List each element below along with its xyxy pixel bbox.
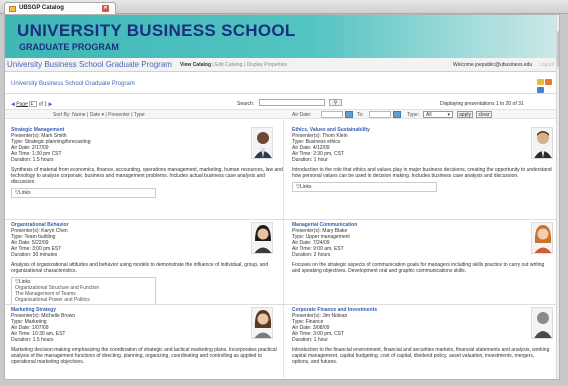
- airdate-to-input[interactable]: [369, 111, 391, 118]
- search-label: Search:: [237, 101, 255, 107]
- email-icon[interactable]: [537, 79, 544, 85]
- presentation-card: Ethics, Values and Sustainability Presen…: [292, 127, 552, 192]
- card-description: Marketing decision-making emphasizing th…: [11, 347, 277, 365]
- row-divider: [5, 219, 556, 220]
- next-page-icon[interactable]: ▶: [48, 101, 52, 107]
- calendar-icon[interactable]: [393, 111, 401, 118]
- first-page-icon[interactable]: ◀: [11, 101, 15, 107]
- page-favicon-icon: [9, 6, 16, 12]
- presentation-card: Marketing Strategy Presenter(s): Michell…: [11, 307, 283, 365]
- card-description: Analysis of organizational attitudes and…: [11, 262, 269, 274]
- welcome-text: Welcome joepublic@ubusiness.edu: [453, 62, 533, 68]
- presenter-photo: [531, 127, 553, 159]
- nav-view-catalog[interactable]: View Catalog: [180, 62, 211, 68]
- card-description: Focuses on the strategic aspects of comm…: [292, 262, 545, 274]
- card-duration: Duration: 30 minutes: [11, 252, 58, 258]
- airdate-from-input[interactable]: [321, 111, 343, 118]
- browser-tab[interactable]: UBSGP Catalog ✕: [4, 2, 116, 14]
- sort-options[interactable]: Sort By: Name | Date ▾ | Presenter | Typ…: [53, 112, 145, 118]
- presentation-card: Managerial Communication Presenter(s): M…: [292, 222, 544, 274]
- column-divider: [283, 119, 284, 379]
- search-button[interactable]: ⚲: [329, 99, 342, 106]
- card-description: Introduction to the financial environmen…: [292, 347, 550, 365]
- vertical-scrollbar[interactable]: [556, 15, 559, 379]
- card-duration: Duration: 1 hour: [292, 337, 328, 343]
- sort-filter-bar: Sort By: Name | Date ▾ | Presenter | Typ…: [5, 109, 556, 119]
- close-tab-icon[interactable]: ✕: [102, 5, 109, 12]
- type-select[interactable]: All ▾: [423, 111, 453, 118]
- presenter-photo: [531, 222, 553, 254]
- apply-button[interactable]: apply: [457, 111, 473, 118]
- links-box[interactable]: ▽Links Organizational Structure and Func…: [11, 277, 156, 305]
- displaying-count: Displaying presentations 1 to 20 of 31: [440, 101, 524, 107]
- pager: ◀ Page of 1 ▶: [11, 101, 52, 107]
- presenter-photo: [531, 307, 553, 339]
- link-item[interactable]: Organizational Power and Politics: [15, 297, 152, 303]
- links-label: Links: [299, 184, 312, 190]
- card-duration: Duration: 1.5 hours: [11, 337, 54, 343]
- type-label: Type:: [407, 112, 420, 118]
- search-icon: ⚲: [333, 100, 338, 106]
- page-label: Page: [16, 101, 28, 108]
- site-banner: UNIVERSITY BUSINESS SCHOOL GRADUATE PROG…: [5, 15, 559, 58]
- row-divider: [5, 304, 556, 305]
- page-number-input[interactable]: [29, 101, 38, 107]
- links-box[interactable]: ▽Links: [292, 182, 437, 192]
- airdate-label: Air Date:: [292, 112, 312, 118]
- links-box[interactable]: ▽Links: [11, 188, 156, 198]
- presentation-card: Strategic Management Presenter(s): Mark …: [11, 127, 283, 198]
- presentation-card: Organizational Behavior Presenter(s): Ka…: [11, 222, 283, 305]
- type-select-value: All: [426, 112, 432, 118]
- breadcrumb[interactable]: University Business School Graduate Prog…: [11, 81, 135, 87]
- calendar-icon[interactable]: [345, 111, 353, 118]
- rss-icon[interactable]: [545, 79, 552, 85]
- logout-link[interactable]: Logout: [539, 62, 554, 68]
- nav-links: View Catalog | Edit Catalog | Display Pr…: [180, 62, 287, 68]
- presenter-photo: [251, 222, 273, 254]
- nav-bar: University Business School Graduate Prog…: [5, 58, 559, 72]
- to-label: To:: [357, 112, 364, 118]
- links-label: Links: [18, 190, 31, 196]
- card-description: Introduction to the role that ethics and…: [292, 167, 552, 179]
- chevron-down-icon: ▾: [447, 112, 450, 118]
- presentation-card: Corporate Finance and Investments Presen…: [292, 307, 549, 365]
- divider: [5, 93, 556, 94]
- presenter-photo: [251, 127, 273, 159]
- banner-subtitle: GRADUATE PROGRAM: [19, 42, 119, 52]
- page-count: of 1: [38, 101, 48, 108]
- presenter-photo: [251, 307, 273, 339]
- card-description: Synthesis of material from economics, fi…: [11, 167, 283, 185]
- page: UNIVERSITY BUSINESS SCHOOL GRADUATE PROG…: [4, 14, 560, 380]
- card-duration: Duration: 2 hours: [292, 252, 331, 258]
- browser-tab-bar: UBSGP Catalog ✕: [0, 0, 568, 14]
- nav-separator: |: [212, 62, 214, 68]
- card-duration: Duration: 1.5 hours: [11, 157, 54, 163]
- site-title: University Business School Graduate Prog…: [7, 60, 172, 69]
- nav-display-properties[interactable]: Display Properties: [246, 62, 287, 68]
- search-input[interactable]: [259, 99, 325, 106]
- clear-button[interactable]: clear: [476, 111, 492, 118]
- banner-title: UNIVERSITY BUSINESS SCHOOL: [17, 21, 296, 40]
- nav-separator: |: [243, 62, 246, 68]
- tab-title: UBSGP Catalog: [19, 5, 64, 11]
- scrollbar-thumb[interactable]: [557, 31, 559, 67]
- nav-edit-catalog[interactable]: Edit Catalog: [215, 62, 242, 68]
- card-duration: Duration: 1 hour: [292, 157, 328, 163]
